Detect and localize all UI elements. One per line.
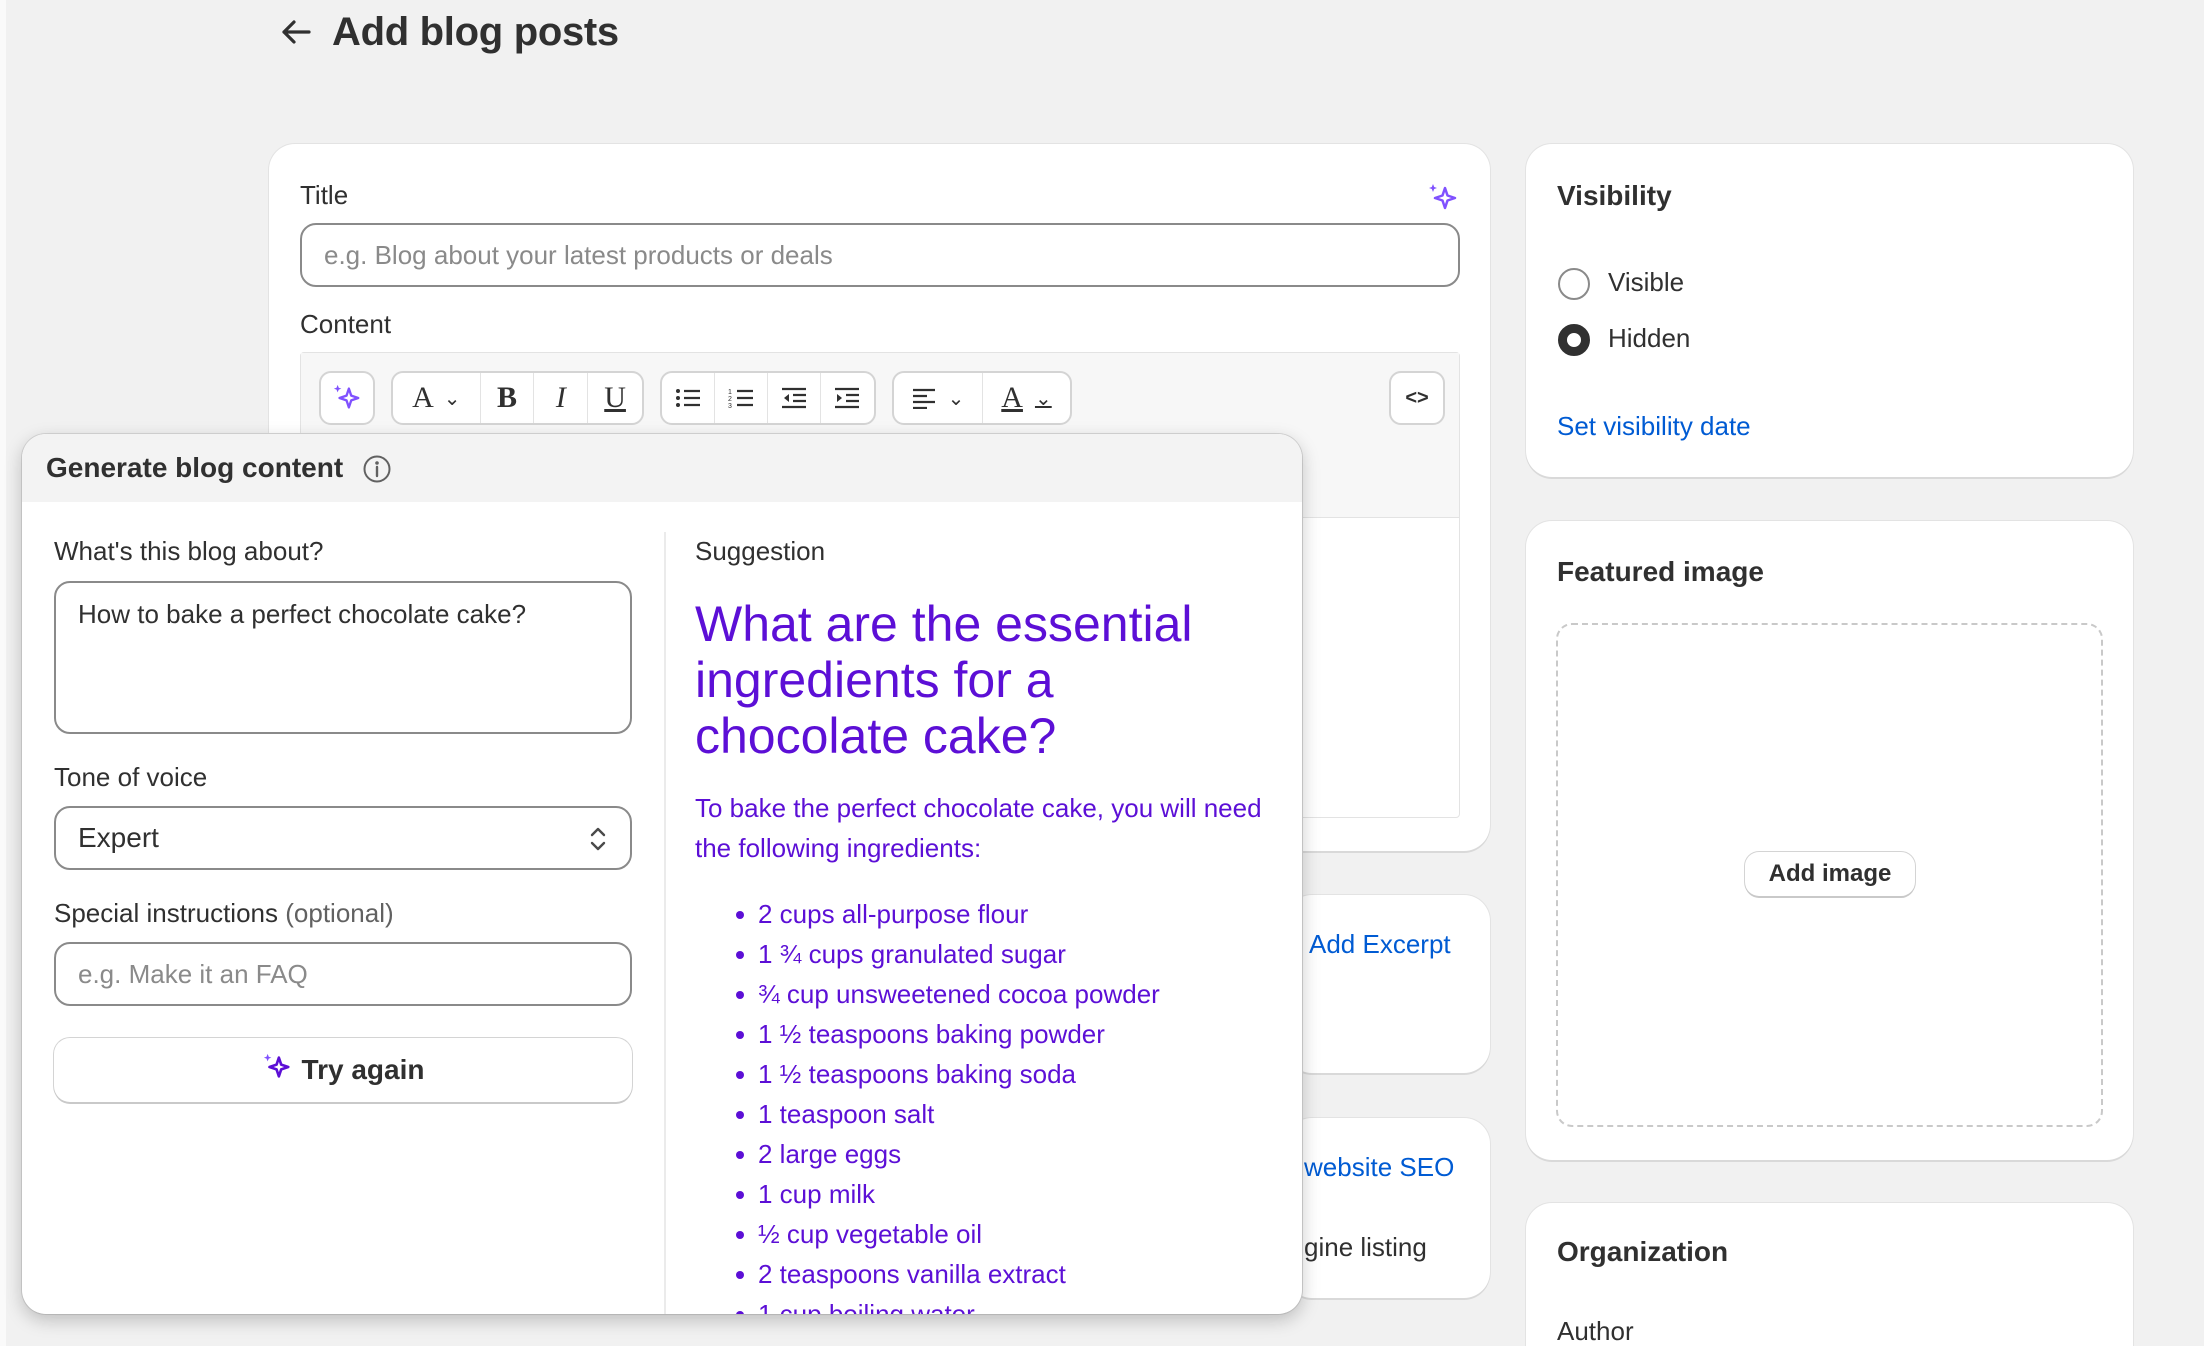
svg-text:1: 1 (728, 389, 732, 396)
align-dropdown[interactable]: ⌄ (894, 373, 983, 423)
seo-card: website SEO gine listing (1286, 1118, 1490, 1298)
ai-generate-button[interactable] (319, 371, 375, 425)
about-label: What's this blog about? (54, 536, 323, 567)
sparkle-icon (321, 373, 373, 423)
chevron-down-icon: ⌄ (1035, 386, 1052, 411)
font-style-dropdown[interactable]: A⌄ (393, 373, 481, 423)
list-item: 1 cup boiling water (758, 1294, 1258, 1314)
about-textarea[interactable]: How to bake a perfect chocolate cake? (54, 581, 632, 734)
left-strip (0, 0, 6, 1346)
organization-title: Organization (1557, 1236, 1728, 1268)
bullet-list-icon[interactable] (662, 373, 715, 423)
visibility-card: Visibility Visible Hidden Set visibility… (1526, 144, 2133, 477)
page-title: Add blog posts (332, 10, 619, 55)
list-item: 1 ¾ cups granulated sugar (758, 934, 1258, 974)
list-item: 2 teaspoons vanilla extract (758, 1254, 1258, 1294)
chevron-down-icon: ⌄ (948, 386, 965, 411)
list-item: 2 cups all-purpose flour (758, 894, 1258, 934)
underline-button[interactable]: U (588, 373, 642, 423)
text-color-dropdown[interactable]: A⌄ (983, 373, 1070, 423)
list-group: 123 (660, 371, 876, 425)
select-arrows-icon (588, 824, 608, 861)
back-arrow-icon[interactable] (278, 14, 314, 50)
hidden-radio[interactable] (1558, 324, 1590, 356)
popover-title: Generate blog content (46, 452, 343, 484)
special-label-text: Special instructions (54, 898, 278, 928)
tone-label: Tone of voice (54, 762, 207, 793)
popover-header: Generate blog content (22, 434, 1302, 502)
organization-card: Organization Author (1526, 1203, 2133, 1346)
add-image-button[interactable]: Add image (1745, 852, 1915, 896)
visible-radio[interactable] (1558, 268, 1590, 300)
edit-seo-link[interactable]: website SEO (1304, 1152, 1454, 1183)
try-again-label: Try again (302, 1054, 425, 1086)
suggestion-heading: What are the essential ingredients for a… (695, 596, 1255, 764)
special-instructions-label: Special instructions (optional) (54, 898, 394, 929)
add-excerpt-link[interactable]: Add Excerpt (1309, 929, 1451, 960)
text-format-group: A⌄ B I U (391, 371, 644, 425)
list-item: 1 ½ teaspoons baking powder (758, 1014, 1258, 1054)
tone-value: Expert (78, 822, 159, 854)
popover-divider (664, 532, 666, 1314)
content-label: Content (300, 309, 391, 340)
code-view-button[interactable]: <> (1389, 371, 1445, 425)
chevron-down-icon: ⌄ (444, 386, 461, 411)
suggestion-intro: To bake the perfect chocolate cake, you … (695, 788, 1275, 868)
svg-text:3: 3 (728, 403, 732, 409)
numbered-list-icon[interactable]: 123 (715, 373, 768, 423)
try-again-button[interactable]: Try again (54, 1038, 632, 1102)
excerpt-card: Add Excerpt (1286, 895, 1490, 1073)
featured-image-card: Featured image Add image (1526, 521, 2133, 1160)
tone-select[interactable]: Expert (54, 806, 632, 870)
list-item: 1 ½ teaspoons baking soda (758, 1054, 1258, 1094)
optional-text: (optional) (285, 898, 393, 928)
italic-button[interactable]: I (534, 373, 588, 423)
list-item: ½ cup vegetable oil (758, 1214, 1258, 1254)
title-input[interactable]: e.g. Blog about your latest products or … (300, 223, 1460, 287)
visibility-title: Visibility (1557, 180, 1672, 212)
special-instructions-input[interactable]: e.g. Make it an FAQ (54, 942, 632, 1006)
align-color-group: ⌄ A⌄ (892, 371, 1072, 425)
generate-content-popover: Generate blog content What's this blog a… (22, 434, 1302, 1314)
sparkle-icon[interactable] (1427, 182, 1459, 219)
hidden-label: Hidden (1608, 323, 1690, 354)
info-icon[interactable] (362, 454, 392, 489)
indent-icon[interactable] (821, 373, 874, 423)
featured-image-title: Featured image (1557, 556, 1764, 588)
bold-button[interactable]: B (481, 373, 535, 423)
list-item: 2 large eggs (758, 1134, 1258, 1174)
ingredient-list: 2 cups all-purpose flour 1 ¾ cups granul… (758, 894, 1258, 1314)
set-visibility-date-link[interactable]: Set visibility date (1557, 411, 1751, 442)
search-listing-text: gine listing (1304, 1232, 1427, 1263)
title-label: Title (300, 180, 348, 211)
svg-text:2: 2 (728, 396, 732, 403)
sparkle-icon (262, 1052, 292, 1089)
list-item: ¾ cup unsweetened cocoa powder (758, 974, 1258, 1014)
list-item: 1 teaspoon salt (758, 1094, 1258, 1134)
code-icon: <> (1391, 373, 1443, 423)
list-item: 1 cup milk (758, 1174, 1258, 1214)
suggestion-label: Suggestion (695, 536, 825, 567)
author-label: Author (1557, 1316, 1634, 1346)
visible-label: Visible (1608, 267, 1684, 298)
outdent-icon[interactable] (768, 373, 821, 423)
